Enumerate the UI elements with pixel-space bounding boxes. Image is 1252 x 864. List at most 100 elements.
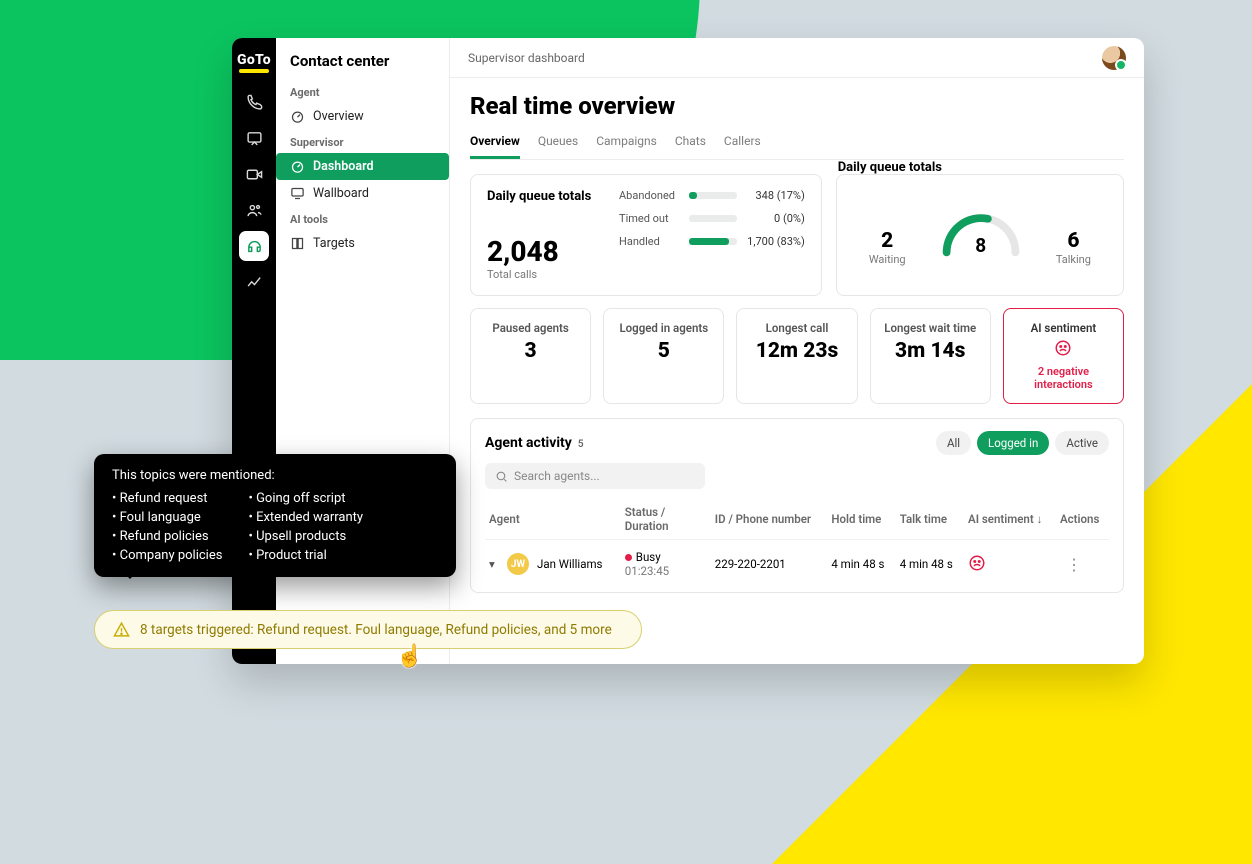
- targets-alert-pill[interactable]: 8 targets triggered: Refund request. Fou…: [94, 610, 642, 649]
- activity-count: 5: [578, 439, 584, 450]
- main-area: Supervisor dashboard Real time overview …: [450, 38, 1144, 664]
- filter-all[interactable]: All: [936, 431, 971, 455]
- sidebar-item-dashboard[interactable]: Dashboard: [276, 153, 449, 180]
- tooltip-col1: Refund request Foul language Refund poli…: [112, 489, 222, 565]
- talking-value: 6: [1056, 229, 1091, 253]
- filter-segment: All Logged in Active: [936, 431, 1109, 455]
- hold-time: 4 min 48 s: [827, 540, 895, 589]
- gauge-icon: [290, 159, 305, 174]
- agent-name: Jan Williams: [537, 557, 602, 571]
- metric-sentiment[interactable]: AI sentiment 2 negative interactions: [1003, 308, 1124, 404]
- gauge-icon: [290, 109, 305, 124]
- talk-time: 4 min 48 s: [896, 540, 964, 589]
- queue-bars: Abandoned 348 (17%) Timed out 0 (0%) Han…: [619, 189, 805, 281]
- search-input[interactable]: Search agents...: [485, 463, 705, 489]
- queue-totals-card: Daily queue totals 2,048 Total calls Aba…: [470, 174, 822, 296]
- sidebar-item-label: Overview: [313, 109, 364, 124]
- chat-icon[interactable]: [239, 123, 269, 153]
- waiting-value: 2: [869, 229, 906, 253]
- sidebar-item-label: Wallboard: [313, 186, 369, 201]
- card-title: Daily queue totals: [487, 189, 597, 204]
- metric-value: 3: [479, 339, 582, 363]
- tab-queues[interactable]: Queues: [538, 128, 578, 159]
- frown-icon: [1012, 339, 1115, 361]
- filter-loggedin[interactable]: Logged in: [977, 431, 1049, 455]
- monitor-icon: [290, 186, 305, 201]
- video-icon[interactable]: [239, 159, 269, 189]
- tooltip-item: Foul language: [112, 508, 222, 527]
- row-actions-menu[interactable]: ⋮: [1060, 555, 1088, 574]
- tooltip-item: Company policies: [112, 546, 222, 565]
- sidebar-item-label: Targets: [313, 236, 355, 251]
- col-phone[interactable]: ID / Phone number: [711, 499, 828, 540]
- cursor-icon: ☝: [396, 644, 423, 669]
- pill-text: 8 targets triggered: Refund request. Fou…: [140, 622, 612, 638]
- side-panel-title: Contact center: [276, 52, 449, 80]
- bar-label: Handled: [619, 235, 683, 248]
- search-icon: [495, 470, 508, 483]
- analytics-icon[interactable]: [239, 267, 269, 297]
- bar-handled: Handled 1,700 (83%): [619, 235, 805, 248]
- breadcrumb: Supervisor dashboard: [468, 51, 585, 65]
- metric-title: Paused agents: [479, 321, 582, 335]
- brand-text: GoTo: [237, 52, 271, 68]
- tooltip-col2: Going off script Extended warranty Upsel…: [248, 489, 363, 565]
- tooltip-item: Product trial: [248, 546, 363, 565]
- group-agent: Agent: [276, 80, 449, 103]
- frown-icon: [968, 554, 986, 572]
- tab-campaigns[interactable]: Campaigns: [596, 128, 657, 159]
- metric-longest-wait: Longest wait time 3m 14s: [870, 308, 991, 404]
- filter-active[interactable]: Active: [1055, 431, 1109, 455]
- search-placeholder: Search agents...: [514, 469, 600, 483]
- col-talk[interactable]: Talk time: [896, 499, 964, 540]
- talking-label: Talking: [1056, 253, 1091, 266]
- people-icon[interactable]: [239, 195, 269, 225]
- tab-overview[interactable]: Overview: [470, 128, 520, 159]
- tooltip-item: Going off script: [248, 489, 363, 508]
- col-hold[interactable]: Hold time: [827, 499, 895, 540]
- gauge-card: . 2 Waiting Daily queue totals 8 .: [836, 174, 1124, 296]
- col-status[interactable]: Status / Duration: [621, 499, 711, 540]
- bar-value: 0 (0%): [743, 212, 805, 225]
- sidebar-item-targets[interactable]: Targets: [276, 230, 449, 257]
- card-title: Daily queue totals: [838, 160, 942, 175]
- tooltip-item: Upsell products: [248, 527, 363, 546]
- status-dot-icon: [625, 554, 632, 561]
- chevron-down-icon[interactable]: ▾: [489, 557, 499, 571]
- table-row[interactable]: ▾ JW Jan Williams Busy 01:23:45 229-220-…: [485, 540, 1109, 589]
- sidebar-item-overview[interactable]: Overview: [276, 103, 449, 130]
- group-aitools: AI tools: [276, 207, 449, 230]
- tooltip-item: Refund policies: [112, 527, 222, 546]
- topics-tooltip: This topics were mentioned: Refund reque…: [94, 454, 456, 577]
- activity-title: Agent activity5: [485, 435, 584, 451]
- gauge-value: 8: [938, 234, 1024, 257]
- agent-initials: JW: [507, 553, 529, 575]
- status-text: Busy: [636, 550, 661, 564]
- metric-title: Logged in agents: [612, 321, 715, 335]
- metric-value: 12m 23s: [745, 339, 848, 363]
- tab-callers[interactable]: Callers: [724, 128, 761, 159]
- waiting-label: Waiting: [869, 253, 906, 266]
- col-sentiment[interactable]: AI sentiment ↓: [964, 499, 1056, 540]
- total-calls-value: 2,048: [487, 238, 597, 266]
- talking-stat: . 6 Talking: [1056, 204, 1091, 266]
- metric-subtitle: 2 negative interactions: [1012, 365, 1115, 391]
- col-agent[interactable]: Agent: [485, 499, 621, 540]
- content: Real time overview Overview Queues Campa…: [450, 78, 1144, 593]
- book-icon: [290, 236, 305, 251]
- sidebar-item-wallboard[interactable]: Wallboard: [276, 180, 449, 207]
- headset-icon[interactable]: [239, 231, 269, 261]
- bar-value: 1,700 (83%): [743, 235, 805, 248]
- bar-value: 348 (17%): [743, 189, 805, 202]
- metric-title: AI sentiment: [1012, 321, 1115, 335]
- tooltip-title: This topics were mentioned:: [112, 468, 438, 483]
- waiting-stat: . 2 Waiting: [869, 204, 906, 266]
- sort-down-icon: ↓: [1037, 512, 1043, 526]
- status-duration: 01:23:45: [625, 564, 707, 578]
- col-actions: Actions: [1056, 499, 1109, 540]
- tab-chats[interactable]: Chats: [675, 128, 706, 159]
- phone-icon[interactable]: [239, 87, 269, 117]
- avatar[interactable]: [1102, 46, 1126, 70]
- metric-title: Longest call: [745, 321, 848, 335]
- bar-timedout: Timed out 0 (0%): [619, 212, 805, 225]
